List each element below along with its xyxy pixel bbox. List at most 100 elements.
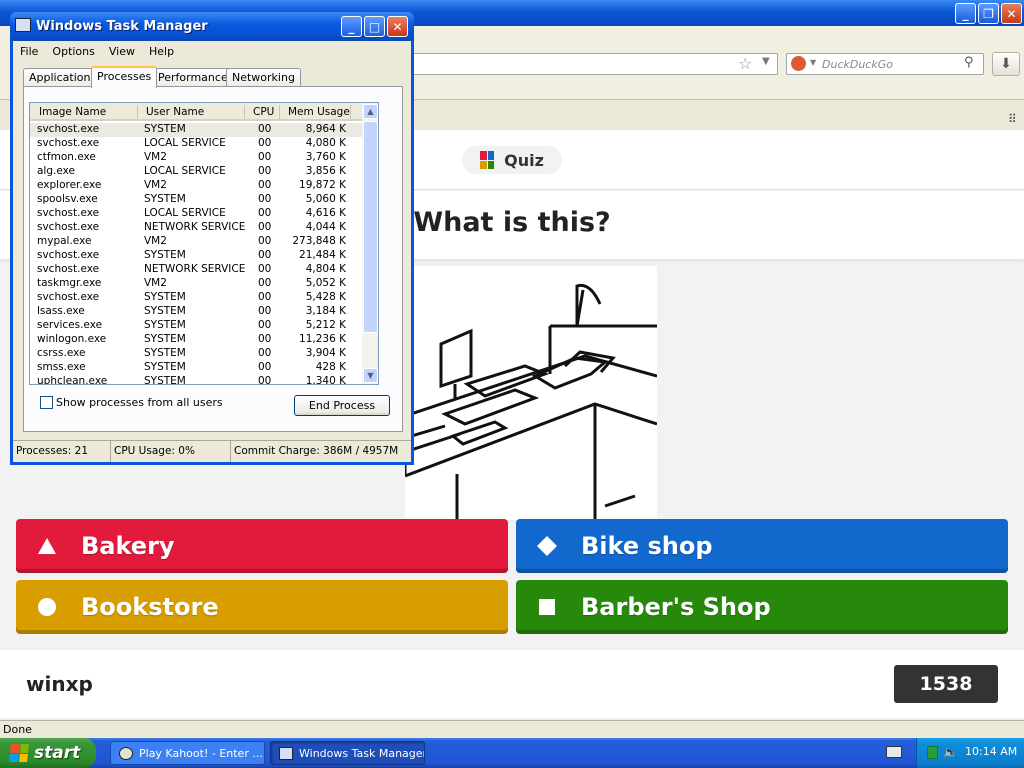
process-user: SYSTEM <box>144 291 186 303</box>
start-button[interactable]: start <box>0 738 96 768</box>
process-mem-usage: 4,044 K <box>305 221 346 233</box>
network-icon[interactable] <box>927 746 938 759</box>
column-user-name[interactable]: User Name <box>146 106 204 118</box>
process-row[interactable]: svchost.exe LOCAL SERVICE 00 4,616 K <box>30 207 362 221</box>
process-row[interactable]: smss.exe SYSTEM 00 428 K <box>30 361 362 375</box>
process-cpu: 00 <box>258 137 272 149</box>
search-icon[interactable]: ⚲ <box>964 55 974 70</box>
search-engine-dropdown-icon[interactable]: ▼ <box>810 58 816 67</box>
overflow-menu-icon[interactable]: ⠿ <box>1008 112 1017 126</box>
process-user: SYSTEM <box>144 375 186 385</box>
process-row[interactable]: svchost.exe LOCAL SERVICE 00 4,080 K <box>30 137 362 151</box>
process-mem-usage: 3,904 K <box>305 347 346 359</box>
minimize-button[interactable]: _ <box>341 16 362 37</box>
volume-icon[interactable]: 🔈 <box>943 745 958 759</box>
taskbar-item-browser[interactable]: Play Kahoot! - Enter ... <box>110 741 265 765</box>
download-icon[interactable]: ⬇ <box>992 52 1020 76</box>
answer-button-blue[interactable]: Bike shop <box>516 519 1008 573</box>
process-row[interactable]: spoolsv.exe SYSTEM 00 5,060 K <box>30 193 362 207</box>
browser-restore-button[interactable]: ❐ <box>978 3 999 24</box>
scroll-down-icon[interactable]: ▼ <box>363 368 378 383</box>
process-name: svchost.exe <box>37 291 100 303</box>
answer-label: Barber's Shop <box>581 593 771 621</box>
answer-button-yellow[interactable]: Bookstore <box>16 580 508 634</box>
process-mem-usage: 428 K <box>315 361 346 373</box>
process-list[interactable]: Image Name User Name CPU Mem Usage svcho… <box>29 102 379 385</box>
process-name: svchost.exe <box>37 263 100 275</box>
process-row[interactable]: uphclean.exe SYSTEM 00 1,340 K <box>30 375 362 385</box>
process-row[interactable]: services.exe SYSTEM 00 5,212 K <box>30 319 362 333</box>
column-cpu[interactable]: CPU <box>253 106 274 118</box>
process-mem-usage: 19,872 K <box>299 179 346 191</box>
process-row[interactable]: taskmgr.exe VM2 00 5,052 K <box>30 277 362 291</box>
process-row[interactable]: svchost.exe NETWORK SERVICE 00 4,804 K <box>30 263 362 277</box>
process-user: LOCAL SERVICE <box>144 165 226 177</box>
tab-performance[interactable]: Performance <box>152 68 234 87</box>
maximize-button[interactable]: □ <box>364 16 385 37</box>
diamond-icon <box>532 531 562 561</box>
quiz-type-label: Quiz <box>504 150 544 170</box>
end-process-button[interactable]: End Process <box>294 395 390 416</box>
process-name: taskmgr.exe <box>37 277 102 289</box>
close-button[interactable]: ✕ <box>387 16 408 37</box>
menu-file[interactable]: File <box>20 45 38 58</box>
process-row[interactable]: mypal.exe VM2 00 273,848 K <box>30 235 362 249</box>
process-row[interactable]: csrss.exe SYSTEM 00 3,904 K <box>30 347 362 361</box>
process-rows: svchost.exe SYSTEM 00 8,964 K svchost.exe LOC… <box>30 123 362 385</box>
process-cpu: 00 <box>258 123 272 135</box>
answer-label: Bike shop <box>581 532 713 560</box>
process-mem-usage: 3,184 K <box>305 305 346 317</box>
browser-status-bar: Done <box>0 720 1024 738</box>
process-row[interactable]: svchost.exe SYSTEM 00 8,964 K <box>30 123 362 137</box>
process-row[interactable]: alg.exe LOCAL SERVICE 00 3,856 K <box>30 165 362 179</box>
clock[interactable]: 10:14 AM <box>965 745 1017 758</box>
menu-view[interactable]: View <box>109 45 135 58</box>
keyboard-icon[interactable] <box>886 746 902 758</box>
tab-networking[interactable]: Networking <box>226 68 301 87</box>
process-row[interactable]: ctfmon.exe VM2 00 3,760 K <box>30 151 362 165</box>
process-mem-usage: 1,340 K <box>305 375 346 385</box>
menu-help[interactable]: Help <box>149 45 174 58</box>
process-cpu: 00 <box>258 221 272 233</box>
browser-minimize-button[interactable]: _ <box>955 3 976 24</box>
tab-processes[interactable]: Processes <box>91 66 158 88</box>
process-mem-usage: 4,080 K <box>305 137 346 149</box>
start-label: start <box>34 743 81 763</box>
show-all-processes-option[interactable]: Show processes from all users <box>40 396 223 409</box>
scroll-up-icon[interactable]: ▲ <box>363 104 378 119</box>
process-row[interactable]: explorer.exe VM2 00 19,872 K <box>30 179 362 193</box>
scrollbar-thumb[interactable] <box>363 121 378 333</box>
taskbar-item-task-manager[interactable]: Windows Task Manager <box>270 741 425 765</box>
column-mem-usage[interactable]: Mem Usage <box>288 106 350 118</box>
url-dropdown-icon[interactable]: ▼ <box>762 56 770 67</box>
answer-button-red[interactable]: Bakery <box>16 519 508 573</box>
process-name: lsass.exe <box>37 305 85 317</box>
process-mem-usage: 5,060 K <box>305 193 346 205</box>
show-all-checkbox[interactable] <box>40 396 53 409</box>
process-mem-usage: 5,212 K <box>305 319 346 331</box>
task-manager-titlebar[interactable]: Windows Task Manager _ □ ✕ <box>10 12 414 41</box>
process-mem-usage: 4,616 K <box>305 207 346 219</box>
process-name: alg.exe <box>37 165 75 177</box>
process-user: VM2 <box>144 277 167 289</box>
process-row[interactable]: winlogon.exe SYSTEM 00 11,236 K <box>30 333 362 347</box>
bookmark-star-icon[interactable]: ☆ <box>738 54 752 73</box>
process-user: SYSTEM <box>144 305 186 317</box>
menu-options[interactable]: Options <box>52 45 94 58</box>
process-row[interactable]: svchost.exe SYSTEM 00 21,484 K <box>30 249 362 263</box>
process-row[interactable]: svchost.exe SYSTEM 00 5,428 K <box>30 291 362 305</box>
show-all-label: Show processes from all users <box>56 396 223 409</box>
browser-close-button[interactable]: ✕ <box>1001 3 1022 24</box>
status-cpu-usage: CPU Usage: 0% <box>111 441 231 462</box>
process-row[interactable]: svchost.exe NETWORK SERVICE 00 4,044 K <box>30 221 362 235</box>
duckduckgo-icon[interactable] <box>791 56 806 71</box>
vertical-scrollbar[interactable]: ▲ ▼ <box>362 103 378 384</box>
taskbar-item-label: Play Kahoot! - Enter ... <box>139 746 263 760</box>
process-user: NETWORK SERVICE <box>144 263 246 275</box>
process-mem-usage: 273,848 K <box>292 235 346 247</box>
process-cpu: 00 <box>258 193 272 205</box>
url-bar[interactable] <box>410 53 778 75</box>
process-row[interactable]: lsass.exe SYSTEM 00 3,184 K <box>30 305 362 319</box>
column-image-name[interactable]: Image Name <box>39 106 106 118</box>
answer-button-green[interactable]: Barber's Shop <box>516 580 1008 634</box>
